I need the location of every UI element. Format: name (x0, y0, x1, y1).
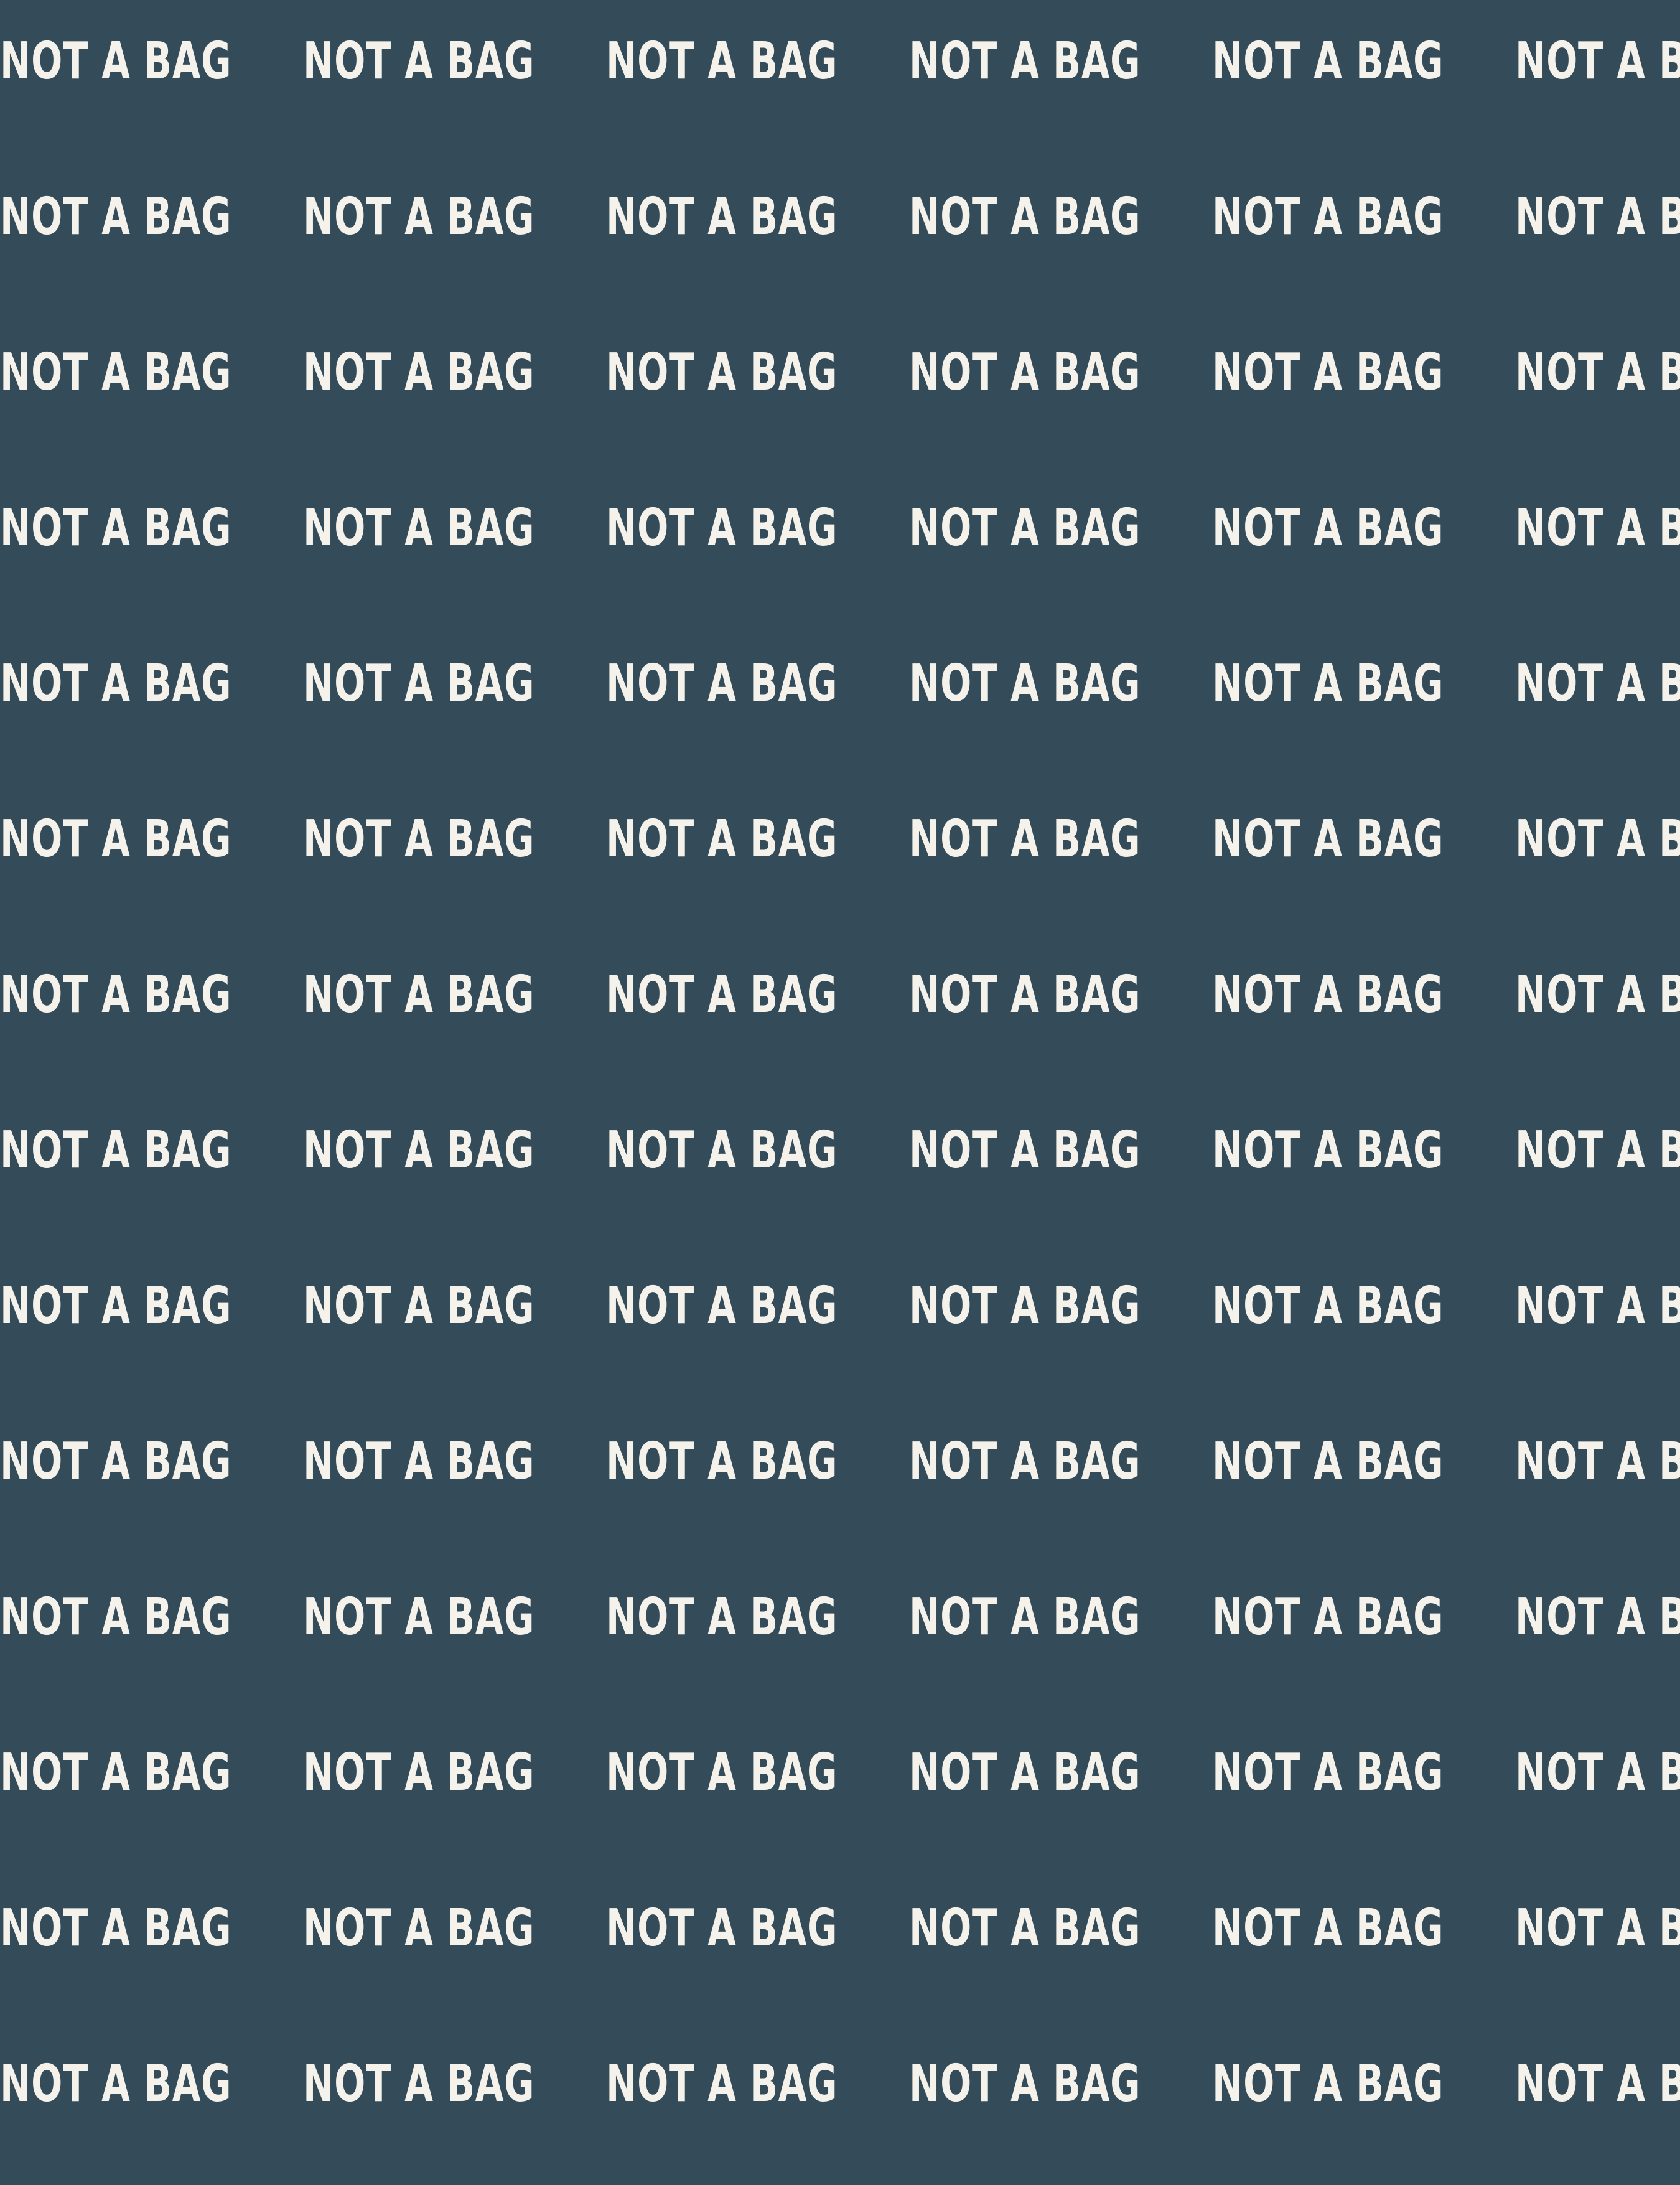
pattern-text: NOT A BAG (909, 1121, 1141, 1180)
pattern-text: NOT A BAG (0, 498, 232, 558)
pattern-text: NOT A BAG (1212, 1121, 1444, 1180)
pattern-text: NOT A BAG (606, 1743, 838, 1802)
pattern-text: NOT A BAG (606, 1276, 838, 1336)
pattern-text: NOT A BAG (0, 1276, 232, 1336)
repeating-text-pattern: NOT A BAG NOT A BAG NOT A BAG NOT A BAG NOT … (0, 0, 1680, 2185)
pattern-text: NOT A BAG (606, 965, 838, 1024)
pattern-text: NOT A BAG (1212, 498, 1444, 558)
pattern-text: NOT A BAG (0, 1432, 232, 1491)
pattern-text: NOT A BAG (1515, 1588, 1680, 1647)
pattern-text: NOT A BAG (0, 810, 232, 869)
pattern-text: NOT A BAG (1212, 1276, 1444, 1336)
pattern-text: NOT A BAG (303, 187, 535, 246)
pattern-text: NOT A BAG (909, 1276, 1141, 1336)
pattern-text: NOT A BAG (1515, 654, 1680, 713)
pattern-text: NOT A BAG (1212, 810, 1444, 869)
pattern-text: NOT A BAG (303, 1432, 535, 1491)
pattern-text: NOT A BAG (0, 654, 232, 713)
pattern-text: NOT A BAG (303, 1743, 535, 1802)
pattern-text: NOT A BAG (303, 1588, 535, 1647)
pattern-text: NOT A BAG (606, 32, 838, 91)
pattern-text: NOT A BAG (909, 2054, 1141, 2113)
pattern-text: NOT A BAG (1515, 187, 1680, 246)
pattern-text: NOT A BAG (303, 810, 535, 869)
pattern-text: NOT A BAG (0, 965, 232, 1024)
pattern-text: NOT A BAG (909, 965, 1141, 1024)
pattern-text: NOT A BAG (909, 810, 1141, 869)
pattern-text: NOT A BAG (303, 32, 535, 91)
pattern-text: NOT A BAG (1515, 1899, 1680, 1958)
pattern-text: NOT A BAG (909, 343, 1141, 402)
pattern-text: NOT A BAG (1212, 1432, 1444, 1491)
pattern-text: NOT A BAG (1212, 965, 1444, 1024)
pattern-text: NOT A BAG (1212, 187, 1444, 246)
pattern-text: NOT A BAG (606, 343, 838, 402)
pattern-text: NOT A BAG (1515, 1121, 1680, 1180)
pattern-text: NOT A BAG (606, 1899, 838, 1958)
pattern-text: NOT A BAG (0, 1121, 232, 1180)
pattern-text: NOT A BAG (606, 187, 838, 246)
pattern-text: NOT A BAG (1515, 2054, 1680, 2113)
pattern-text: NOT A BAG (0, 1743, 232, 1802)
pattern-text: NOT A BAG (303, 498, 535, 558)
pattern-text: NOT A BAG (1515, 1276, 1680, 1336)
pattern-text: NOT A BAG (909, 1899, 1141, 1958)
pattern-text: NOT A BAG (1515, 1743, 1680, 1802)
pattern-text: NOT A BAG (303, 965, 535, 1024)
pattern-text: NOT A BAG (303, 654, 535, 713)
pattern-text: NOT A BAG (606, 1588, 838, 1647)
pattern-text: NOT A BAG (606, 2054, 838, 2113)
pattern-text: NOT A BAG (1515, 810, 1680, 869)
pattern-text: NOT A BAG (303, 343, 535, 402)
pattern-text: NOT A BAG (1212, 32, 1444, 91)
pattern-text: NOT A BAG (606, 1432, 838, 1491)
pattern-text: NOT A BAG (1515, 1432, 1680, 1491)
pattern-text: NOT A BAG (606, 1121, 838, 1180)
pattern-text: NOT A BAG (1515, 32, 1680, 91)
pattern-text: NOT A BAG (909, 1588, 1141, 1647)
pattern-text: NOT A BAG (909, 654, 1141, 713)
pattern-text: NOT A BAG (1212, 654, 1444, 713)
pattern-text: NOT A BAG (1212, 2054, 1444, 2113)
pattern-text: NOT A BAG (0, 2054, 232, 2113)
pattern-text: NOT A BAG (1212, 1588, 1444, 1647)
pattern-text: NOT A BAG (0, 1588, 232, 1647)
pattern-text: NOT A BAG (303, 2054, 535, 2113)
pattern-text: NOT A BAG (303, 1899, 535, 1958)
pattern-text: NOT A BAG (303, 1276, 535, 1336)
pattern-text: NOT A BAG (606, 654, 838, 713)
pattern-text: NOT A BAG (303, 1121, 535, 1180)
pattern-text: NOT A BAG (1212, 1899, 1444, 1958)
pattern-text: NOT A BAG (1212, 343, 1444, 402)
pattern-text: NOT A BAG (909, 1432, 1141, 1491)
pattern-text: NOT A BAG (0, 187, 232, 246)
pattern-text: NOT A BAG (909, 498, 1141, 558)
pattern-text: NOT A BAG (1515, 343, 1680, 402)
pattern-text: NOT A BAG (909, 1743, 1141, 1802)
pattern-text: NOT A BAG (0, 343, 232, 402)
pattern-text: NOT A BAG (606, 498, 838, 558)
pattern-text: NOT A BAG (909, 187, 1141, 246)
pattern-text: NOT A BAG (1515, 965, 1680, 1024)
pattern-text: NOT A BAG (909, 32, 1141, 91)
pattern-text: NOT A BAG (0, 1899, 232, 1958)
pattern-text: NOT A BAG (1212, 1743, 1444, 1802)
pattern-text: NOT A BAG (606, 810, 838, 869)
pattern-text: NOT A BAG (0, 32, 232, 91)
pattern-text: NOT A BAG (1515, 498, 1680, 558)
